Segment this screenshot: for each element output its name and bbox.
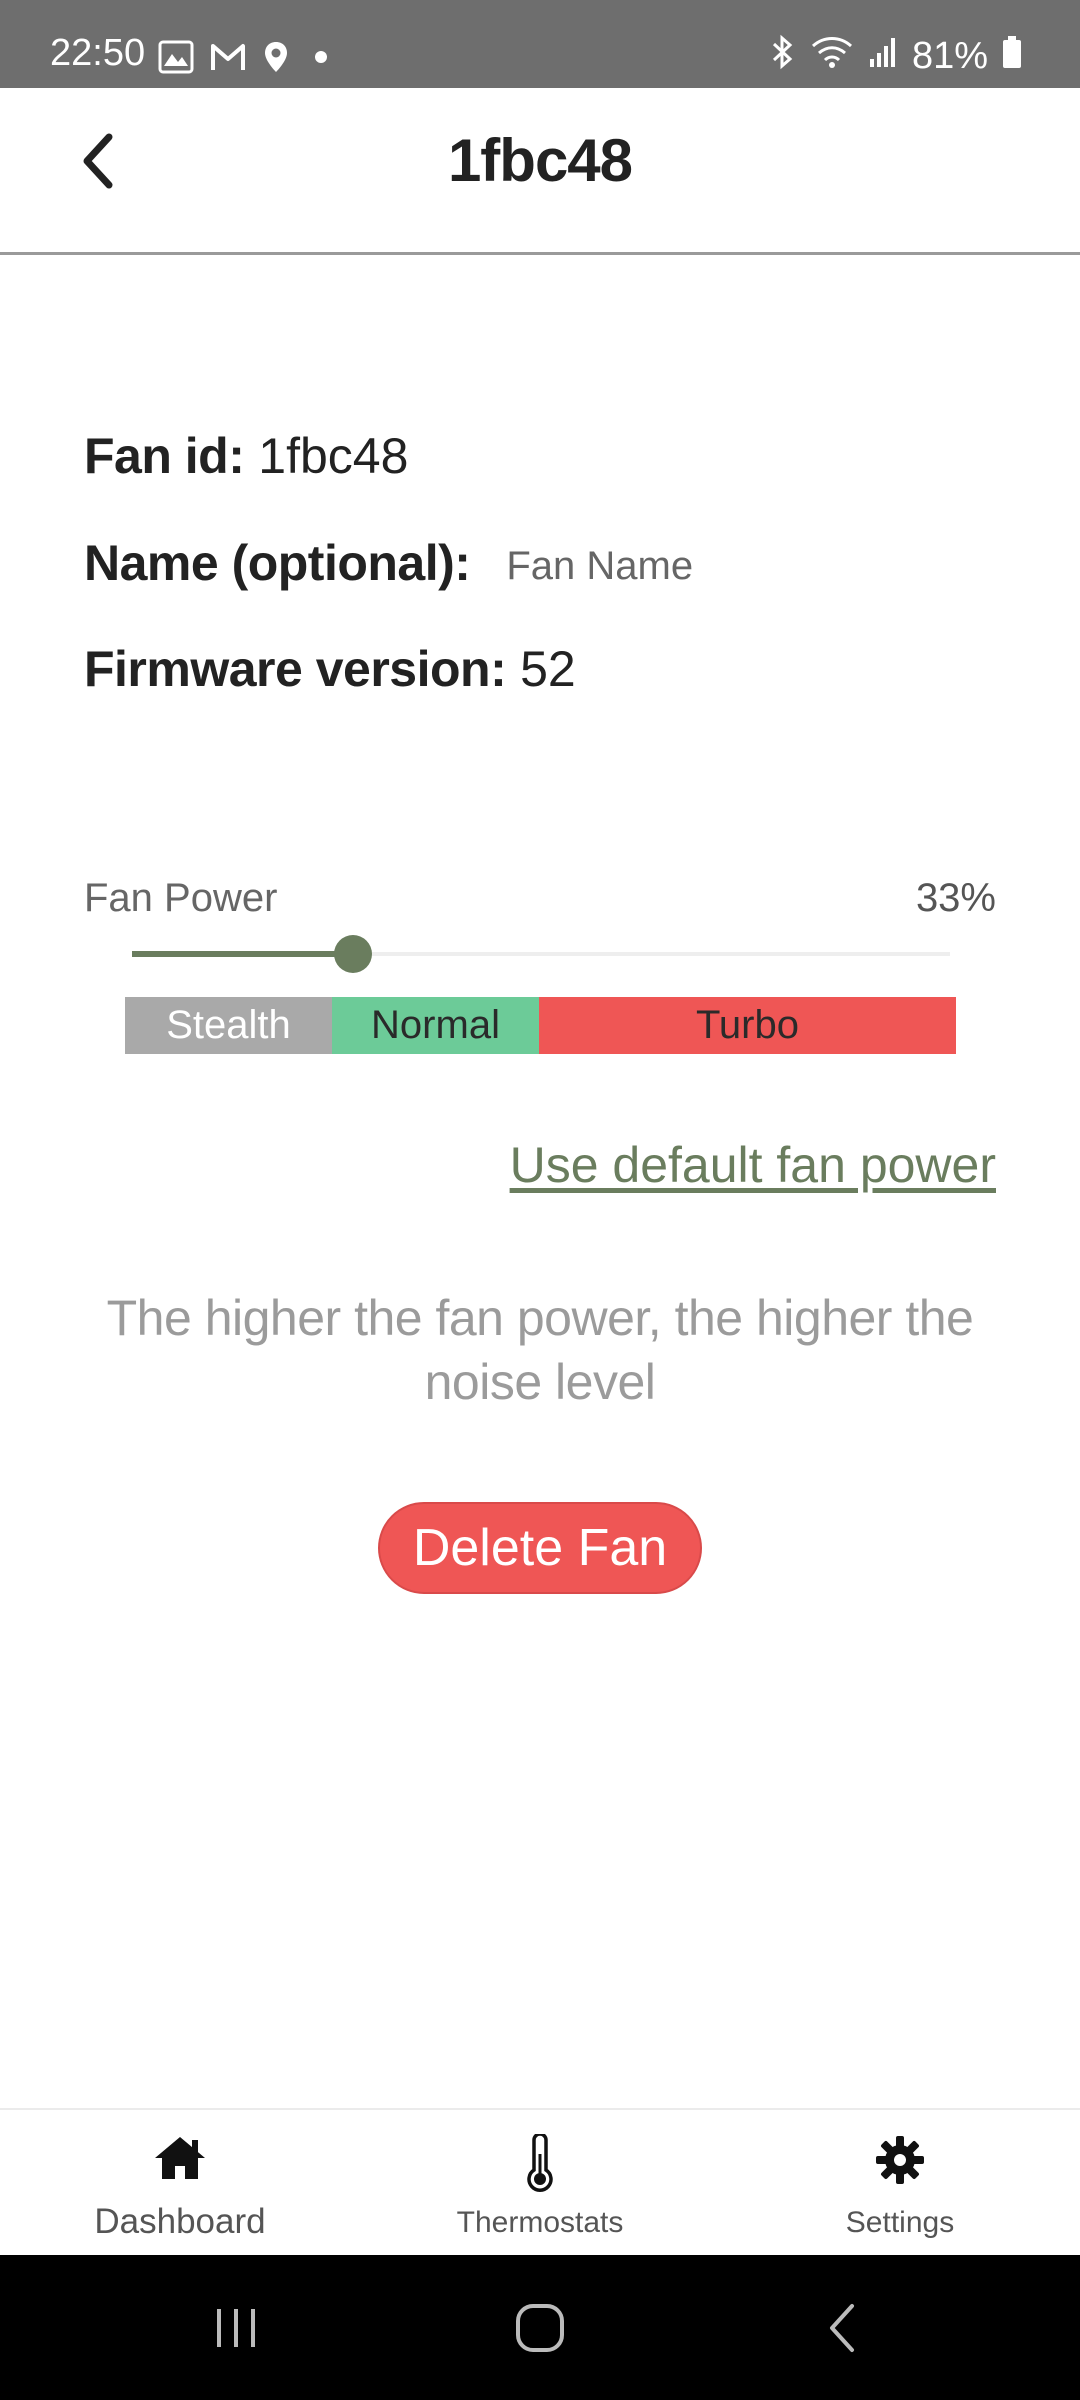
bottom-nav: Dashboard Thermostats Settings (0, 2108, 1080, 2257)
slider-thumb[interactable] (334, 935, 372, 973)
nav-settings[interactable]: Settings (770, 2110, 1030, 2255)
signal-icon (868, 35, 898, 76)
app-header: 1fbc48 (0, 88, 1080, 252)
nav-thermostats-label: Thermostats (456, 2206, 624, 2239)
name-row: Name (optional): (84, 533, 907, 593)
location-icon (262, 40, 290, 79)
fan-power-modes: Stealth Normal Turbo (125, 997, 956, 1054)
back-icon (822, 2301, 862, 2360)
home-circle-icon (513, 2301, 567, 2360)
firmware-value: 52 (520, 641, 576, 697)
firmware-label: Firmware version: (84, 641, 507, 697)
status-time: 22:50 (50, 32, 146, 74)
nav-dashboard-label: Dashboard (94, 2202, 266, 2241)
use-default-fan-power-link[interactable]: Use default fan power (510, 1136, 996, 1194)
recents-button[interactable] (196, 2295, 276, 2365)
fan-name-input[interactable] (506, 544, 907, 590)
wifi-icon (810, 34, 854, 77)
gmail-icon (210, 42, 246, 77)
fan-power-slider[interactable] (132, 934, 950, 974)
gallery-icon (158, 40, 194, 79)
firmware-row: Firmware version: 52 (84, 639, 576, 699)
recents-icon (211, 2303, 261, 2358)
page-title: 1fbc48 (447, 127, 633, 194)
nav-thermostats[interactable]: Thermostats (410, 2110, 670, 2255)
dot-icon (306, 42, 336, 77)
fan-power-value: 33% (915, 876, 996, 920)
gear-icon (874, 2134, 926, 2191)
slider-fill (132, 951, 353, 957)
back-nav-button[interactable] (802, 2295, 882, 2365)
home-icon (152, 2134, 208, 2187)
fan-id-row: Fan id: 1fbc48 (84, 426, 408, 486)
mode-turbo: Turbo (539, 997, 956, 1054)
fan-id-value: 1fbc48 (258, 428, 409, 484)
fan-id-label: Fan id: (84, 428, 245, 484)
system-nav-bar (0, 2255, 1080, 2400)
header-divider (0, 252, 1080, 255)
noise-hint-text: The higher the fan power, the higher the… (106, 1290, 974, 1410)
battery-percent: 81% (911, 34, 988, 77)
battery-icon (1002, 35, 1022, 76)
delete-fan-button[interactable]: Delete Fan (378, 1502, 702, 1594)
thermometer-icon (522, 2132, 558, 2197)
bluetooth-icon (770, 34, 796, 77)
nav-dashboard[interactable]: Dashboard (50, 2110, 310, 2255)
mode-normal: Normal (332, 997, 539, 1054)
name-label: Name (optional): (84, 535, 471, 591)
mode-stealth: Stealth (125, 997, 332, 1054)
fan-power-label: Fan Power (84, 876, 278, 920)
nav-settings-label: Settings (845, 2206, 955, 2239)
home-button[interactable] (500, 2295, 580, 2365)
status-bar: 22:50 81% (0, 0, 1080, 88)
